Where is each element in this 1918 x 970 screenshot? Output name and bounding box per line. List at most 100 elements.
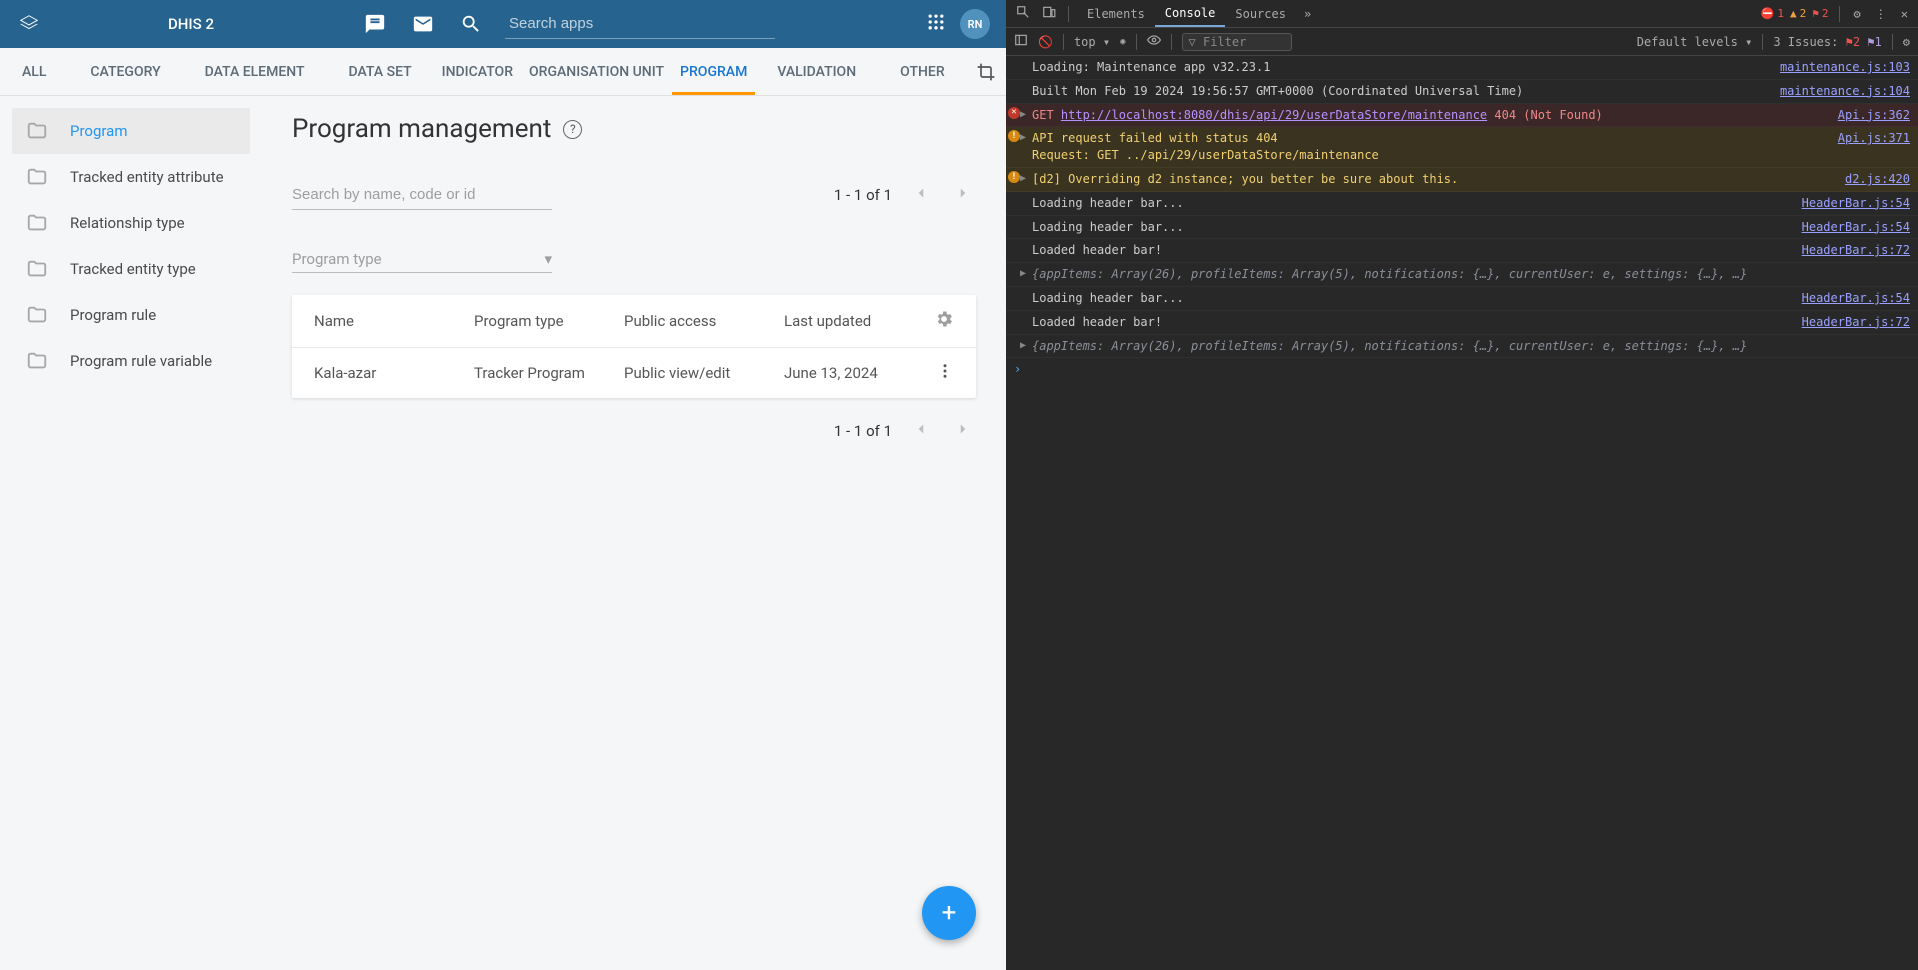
apps-grid-icon[interactable] [926, 12, 946, 36]
sidebar-item-program-rule[interactable]: Program rule [12, 292, 250, 338]
console-log-line: Loading: Maintenance app v32.23.1mainten… [1006, 56, 1918, 80]
sidebar-item-program-rule-variable[interactable]: Program rule variable [12, 338, 250, 384]
log-url[interactable]: http://localhost:8080/dhis/api/29/userDa… [1061, 108, 1487, 122]
table-header: Name Program type Public access Last upd… [292, 295, 976, 348]
issue-badge[interactable]: ⚑2 [1812, 7, 1828, 20]
issues-summary[interactable]: 3 Issues: ⚑2 ⚑1 [1773, 35, 1881, 49]
col-access: Public access [624, 312, 784, 330]
header-bar: DHIS 2 RN [0, 0, 1006, 48]
devtools-tabbar: ElementsConsoleSources » ⛔1 ▲2 ⚑2 ⚙ ⋮ ✕ [1006, 0, 1918, 28]
eye-icon[interactable] [1147, 33, 1161, 50]
pager-prev-bottom-icon[interactable] [908, 416, 934, 446]
tab-program[interactable]: PROGRAM [672, 48, 755, 95]
devtools-settings-icon[interactable]: ⚙ [1850, 7, 1865, 21]
console-toolbar: 🚫 top ▾ ◉ ▽ Filter Default levels ▾ 3 Is… [1006, 28, 1918, 56]
context-selector[interactable]: top ▾ [1074, 35, 1110, 49]
program-table: Name Program type Public access Last upd… [292, 295, 976, 398]
sidebar-item-program[interactable]: Program [12, 108, 250, 154]
sidebar-item-tracked-entity-attribute[interactable]: Tracked entity attribute [12, 154, 250, 200]
tab-data-element[interactable]: DATA ELEMENT [183, 48, 327, 95]
tab-organisation-unit[interactable]: ORGANISATION UNIT [521, 48, 672, 95]
add-fab-button[interactable]: + [922, 886, 976, 940]
console-log-line: Loaded header bar!HeaderBar.js:72 [1006, 311, 1918, 335]
console-log-line: ▶{appItems: Array(26), profileItems: Arr… [1006, 263, 1918, 287]
tab-data-set[interactable]: DATA SET [327, 48, 434, 95]
devtools-close-icon[interactable]: ✕ [1897, 7, 1912, 21]
program-type-select[interactable]: Program type ▾ [292, 246, 552, 273]
sidebar-item-label: Tracked entity type [70, 260, 196, 278]
app-panel: DHIS 2 RN ALLCATEGORYDATA ELEMENTDATA SE… [0, 0, 1006, 970]
tab-all[interactable]: ALL [0, 48, 68, 95]
toggle-sidebar-icon[interactable] [1014, 33, 1028, 50]
program-type-label: Program type [292, 250, 382, 268]
pager-bottom: 1 - 1 of 1 [834, 416, 976, 446]
pager-prev-icon[interactable] [908, 180, 934, 210]
log-source-link[interactable]: HeaderBar.js:72 [1802, 314, 1910, 331]
log-source-link[interactable]: Api.js:362 [1838, 107, 1910, 124]
search-apps-input[interactable] [505, 9, 775, 38]
header-search[interactable] [505, 9, 775, 39]
log-source-link[interactable]: HeaderBar.js:54 [1802, 195, 1910, 212]
inspect-icon[interactable] [1012, 5, 1034, 22]
table-settings-icon[interactable] [934, 309, 954, 333]
tab-other[interactable]: OTHER [878, 48, 967, 95]
help-icon[interactable]: ? [563, 120, 582, 139]
console-log-line: Loading header bar...HeaderBar.js:54 [1006, 287, 1918, 311]
list-search-input[interactable] [292, 180, 552, 210]
error-badge[interactable]: ⛔1 [1761, 7, 1784, 20]
console-log-line: Built Mon Feb 19 2024 19:56:57 GMT+0000 … [1006, 80, 1918, 104]
log-source-link[interactable]: d2.js:420 [1845, 171, 1910, 188]
crop-icon[interactable] [967, 48, 1006, 95]
cell-access: Public view/edit [624, 364, 784, 382]
cell-updated: June 13, 2024 [784, 364, 934, 382]
log-source-link[interactable]: HeaderBar.js:54 [1802, 290, 1910, 307]
col-type: Program type [474, 312, 624, 330]
console-log-line: ✕▶GET http://localhost:8080/dhis/api/29/… [1006, 104, 1918, 128]
pager-next-icon[interactable] [950, 180, 976, 210]
folder-icon [26, 212, 48, 234]
console-log-line: Loading header bar...HeaderBar.js:54 [1006, 216, 1918, 240]
devtools-panel: ElementsConsoleSources » ⛔1 ▲2 ⚑2 ⚙ ⋮ ✕ … [1006, 0, 1918, 970]
app-logo-icon[interactable] [18, 13, 40, 35]
folder-icon [26, 120, 48, 142]
device-toolbar-icon[interactable] [1038, 5, 1060, 22]
console-settings-icon[interactable]: ⚙ [1903, 35, 1910, 49]
log-source-link[interactable]: HeaderBar.js:72 [1802, 242, 1910, 259]
warning-badge[interactable]: ▲2 [1790, 7, 1806, 20]
pager-next-bottom-icon[interactable] [950, 416, 976, 446]
more-tabs-icon[interactable]: » [1300, 7, 1315, 21]
sidebar-item-tracked-entity-type[interactable]: Tracked entity type [12, 246, 250, 292]
tab-category[interactable]: CATEGORY [68, 48, 182, 95]
log-source-link[interactable]: maintenance.js:103 [1780, 59, 1910, 76]
table-row[interactable]: Kala-azarTracker ProgramPublic view/edit… [292, 348, 976, 398]
log-source-link[interactable]: maintenance.js:104 [1780, 83, 1910, 100]
cell-name: Kala-azar [314, 364, 474, 382]
col-updated: Last updated [784, 312, 934, 330]
messages-icon[interactable] [359, 8, 391, 40]
folder-icon [26, 350, 48, 372]
clear-console-icon[interactable]: 🚫 [1038, 35, 1053, 49]
devtools-menu-icon[interactable]: ⋮ [1871, 7, 1891, 21]
page-heading: Program management ? [292, 114, 976, 144]
tab-indicator[interactable]: INDICATOR [434, 48, 521, 95]
email-icon[interactable] [407, 8, 439, 40]
pager-top: 1 - 1 of 1 [834, 180, 976, 210]
console-prompt[interactable]: › [1006, 358, 1918, 380]
sidebar-item-relationship-type[interactable]: Relationship type [12, 200, 250, 246]
folder-icon [26, 166, 48, 188]
log-levels-selector[interactable]: Default levels ▾ [1637, 35, 1753, 49]
sidebar-item-label: Program rule [70, 306, 156, 324]
folder-icon [26, 258, 48, 280]
log-source-link[interactable]: Api.js:371 [1838, 130, 1910, 164]
user-avatar[interactable]: RN [960, 9, 990, 39]
devtools-tab-elements[interactable]: Elements [1077, 0, 1155, 27]
tab-validation[interactable]: VALIDATION [755, 48, 878, 95]
sidebar: ProgramTracked entity attributeRelations… [0, 96, 262, 970]
log-source-link[interactable]: HeaderBar.js:54 [1802, 219, 1910, 236]
search-icon[interactable] [455, 8, 487, 40]
console-log-line: Loading header bar...HeaderBar.js:54 [1006, 192, 1918, 216]
row-menu-icon[interactable] [936, 362, 954, 384]
console-filter-input[interactable]: ▽ Filter [1182, 33, 1292, 51]
devtools-tab-sources[interactable]: Sources [1225, 0, 1296, 27]
devtools-tab-console[interactable]: Console [1155, 0, 1226, 27]
